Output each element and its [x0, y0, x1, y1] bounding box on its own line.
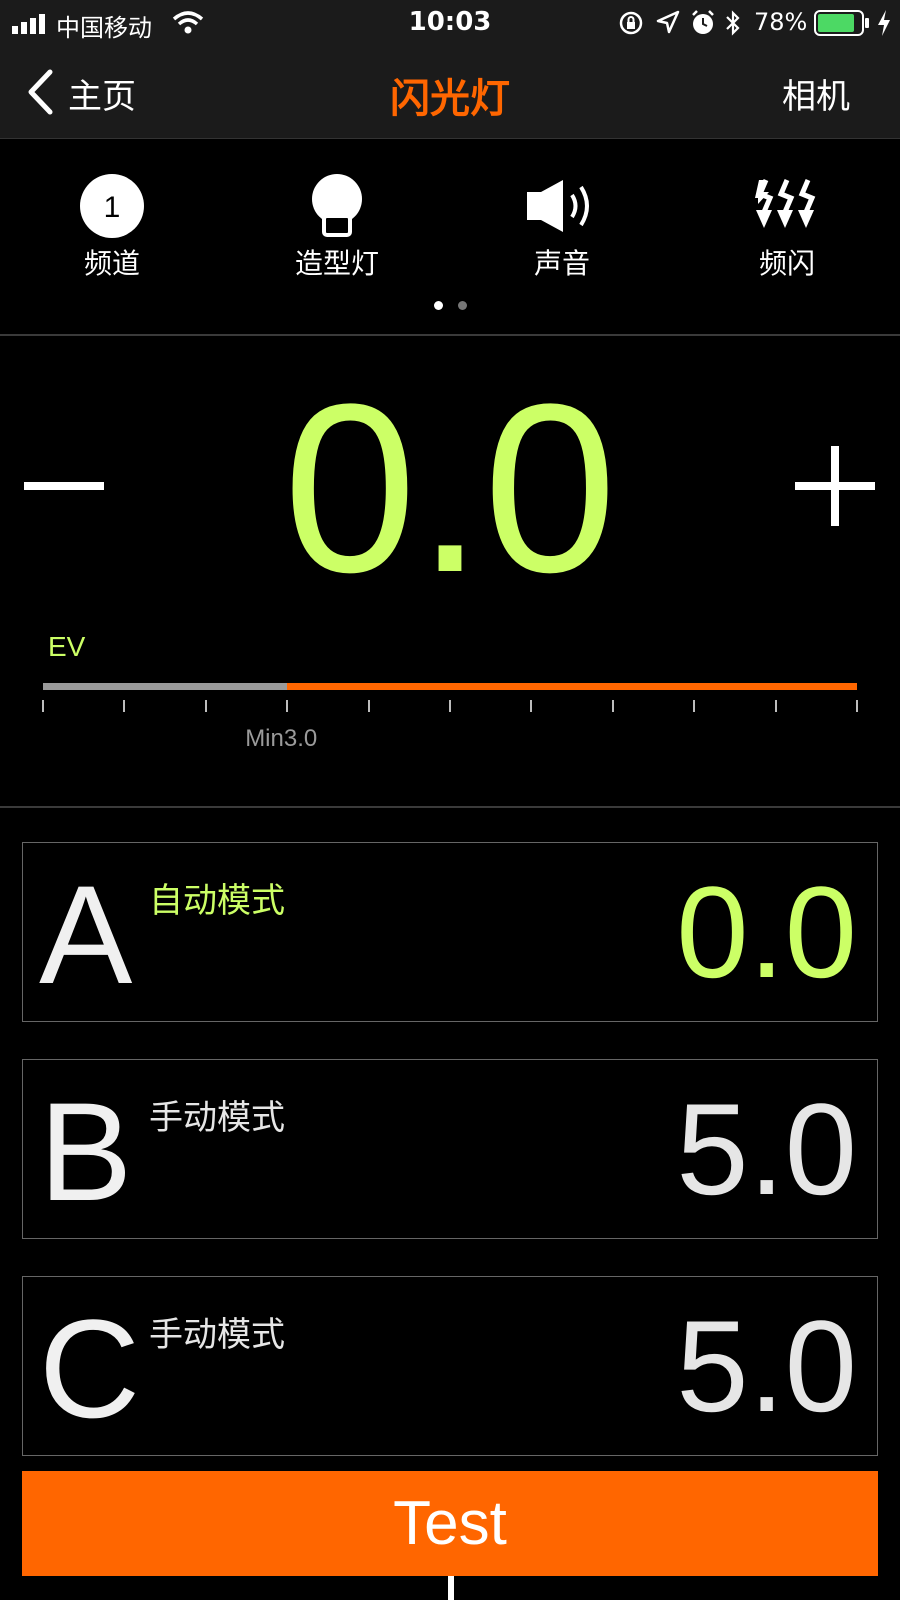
group-mode: 自动模式	[149, 881, 285, 921]
bottom-divider	[448, 1576, 454, 1600]
ev-slider-tick	[204, 700, 207, 712]
ev-increase-button[interactable]	[786, 440, 886, 532]
channel-button[interactable]: 1 频道	[42, 174, 182, 282]
battery-icon	[814, 10, 869, 36]
ev-slider-tick	[42, 700, 44, 712]
group-letter: A	[39, 856, 133, 1013]
orientation-lock-icon	[619, 11, 643, 35]
page-dot-active	[434, 301, 443, 310]
ev-min-label: Min3.0	[245, 725, 318, 752]
ev-value: 0.0	[283, 354, 617, 622]
multi-flash-icon	[717, 175, 857, 237]
sound-button[interactable]: 声音	[492, 175, 632, 282]
group-card-c[interactable]: C 手动模式 5.0	[22, 1276, 878, 1456]
bluetooth-icon	[726, 10, 740, 36]
location-icon	[656, 10, 680, 34]
group-mode: 手动模式	[149, 1098, 285, 1138]
channel-number: 1	[104, 191, 121, 224]
nav-bar: 主页 闪光灯 相机	[0, 46, 900, 139]
divider	[0, 334, 900, 336]
ev-unit-label: EV	[48, 631, 86, 662]
ev-slider-tick	[123, 700, 126, 712]
ev-slider-tick	[449, 700, 451, 712]
ev-slider-tick	[530, 700, 533, 712]
channel-label: 频道	[83, 247, 140, 280]
ev-slider-track-active	[287, 683, 857, 690]
test-button[interactable]: Test	[22, 1471, 878, 1576]
group-mode: 手动模式	[149, 1315, 285, 1355]
multi-flash-label: 频闪	[758, 247, 815, 280]
sound-label: 声音	[533, 247, 590, 280]
ev-slider-tick	[286, 700, 289, 712]
group-value: 0.0	[676, 859, 857, 1005]
ev-slider-tick	[774, 700, 777, 712]
modeling-lamp-label: 造型灯	[294, 247, 379, 280]
group-card-a[interactable]: A 自动模式 0.0	[22, 842, 878, 1022]
battery-percent: 78%	[754, 8, 808, 36]
ev-slider-tick	[856, 700, 858, 712]
ev-slider-tick	[367, 700, 370, 712]
channel-icon: 1	[42, 174, 182, 238]
speaker-icon	[492, 175, 632, 237]
group-letter: B	[39, 1073, 133, 1230]
status-bar: 中国移动 10:03 78%	[0, 0, 900, 46]
charging-bolt-icon	[878, 10, 890, 36]
ev-slider-tick	[611, 700, 614, 712]
modeling-lamp-icon	[267, 174, 407, 237]
modeling-lamp-button[interactable]: 造型灯	[267, 174, 407, 282]
group-letter: C	[39, 1290, 141, 1447]
group-card-b[interactable]: B 手动模式 5.0	[22, 1059, 878, 1239]
divider	[0, 806, 900, 808]
group-value: 5.0	[676, 1293, 857, 1439]
ev-slider-track-min	[43, 683, 288, 690]
camera-button[interactable]: 相机	[782, 69, 850, 118]
alarm-icon	[692, 10, 714, 34]
ev-slider-tick	[693, 700, 696, 712]
multi-flash-button[interactable]: 频闪	[717, 175, 857, 282]
group-value: 5.0	[676, 1076, 857, 1222]
plus-icon-vertical	[831, 446, 839, 526]
page-dot	[458, 301, 467, 310]
page-title: 闪光灯	[390, 76, 510, 122]
